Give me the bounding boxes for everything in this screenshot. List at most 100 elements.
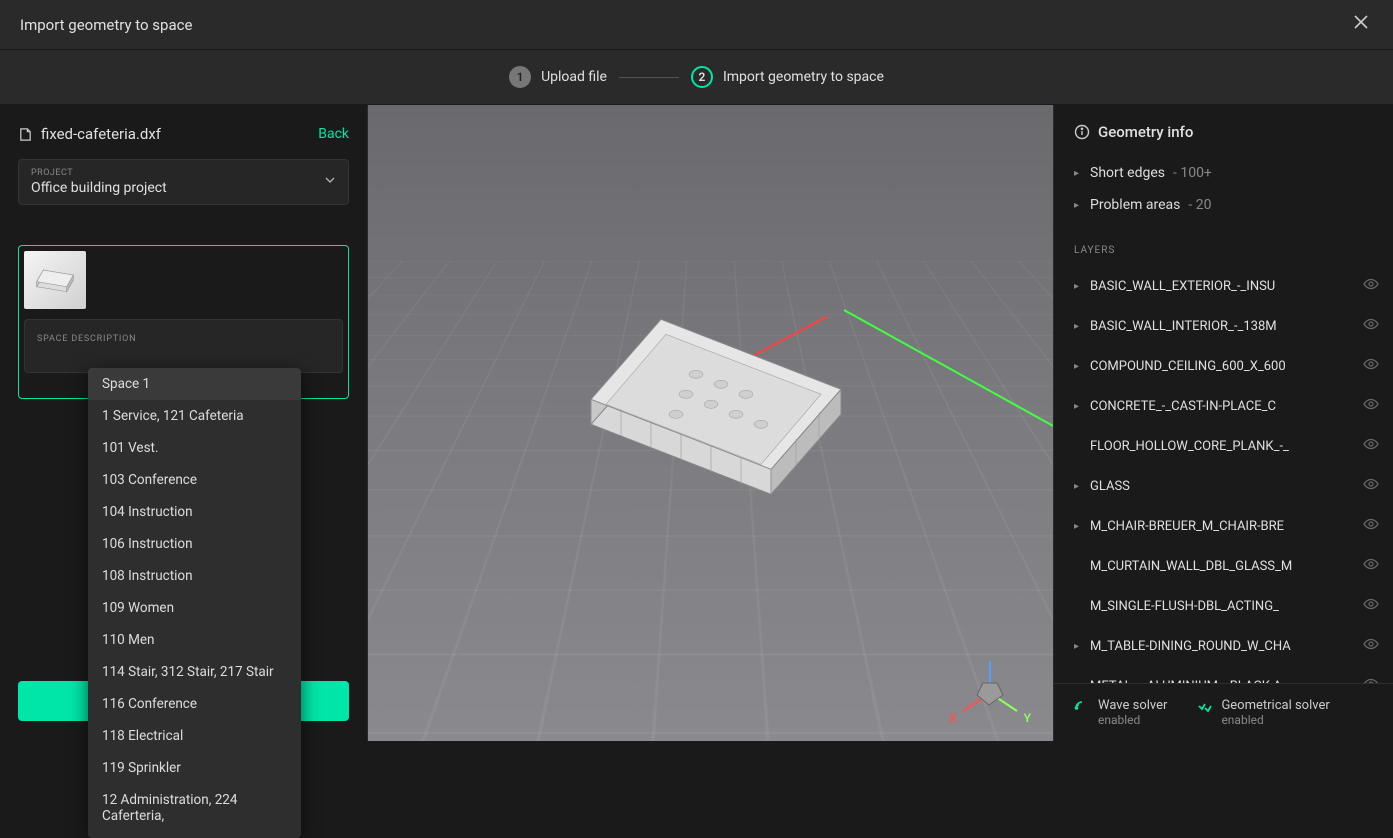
caret-right-icon: ▸ (1074, 521, 1082, 532)
dropdown-item[interactable]: 103 Conference (88, 464, 301, 496)
space-thumbnail (24, 251, 86, 309)
caret-right-icon: ▸ (1074, 200, 1082, 211)
caret-right-icon: ▸ (1074, 641, 1082, 652)
check-branch-icon (1197, 700, 1213, 720)
visibility-toggle-icon[interactable] (1363, 676, 1379, 683)
modal-title: Import geometry to space (20, 16, 192, 34)
dropdown-item[interactable]: 110 Men (88, 624, 301, 656)
dropdown-item[interactable]: 108 Instruction (88, 560, 301, 592)
geometry-model[interactable] (551, 294, 871, 528)
dropdown-item[interactable]: Space 1 (88, 368, 301, 400)
layer-name: M_SINGLE-FLUSH-DBL_ACTING_ (1090, 599, 1279, 614)
close-button[interactable] (1349, 10, 1373, 39)
visibility-toggle-icon[interactable] (1363, 396, 1379, 416)
layer-row[interactable]: ▸ M_CHAIR-BREUER_M_CHAIR-BRE (1074, 506, 1379, 546)
layer-name: M_CHAIR-BREUER_M_CHAIR-BRE (1090, 519, 1284, 534)
dropdown-item[interactable]: 101 Vest. (88, 432, 301, 464)
geometry-info-title: Geometry info (1098, 123, 1193, 141)
dropdown-item[interactable]: 119 Sprinkler (88, 752, 301, 784)
layer-name: CONCRETE_-_CAST-IN-PLACE_C (1090, 399, 1276, 414)
visibility-toggle-icon[interactable] (1363, 636, 1379, 656)
visibility-toggle-icon[interactable] (1363, 476, 1379, 496)
layer-row[interactable]: ▸METAL_-_ALUMINIUM__BLACK-A (1074, 666, 1379, 683)
visibility-toggle-icon[interactable] (1363, 356, 1379, 376)
visibility-toggle-icon[interactable] (1363, 316, 1379, 336)
visibility-toggle-icon[interactable] (1363, 596, 1379, 616)
left-panel: fixed-cafeteria.dxf Back PROJECT Office … (0, 105, 368, 741)
layer-row[interactable]: ▸ GLASS (1074, 466, 1379, 506)
modal-header: Import geometry to space (0, 0, 1393, 50)
layer-row[interactable]: ▸CONCRETE_-_CAST-IN-PLACE_C (1074, 386, 1379, 426)
step-import-geometry[interactable]: 2 Import geometry to space (691, 66, 884, 88)
caret-right-icon: ▸ (1074, 481, 1082, 492)
layer-name: FLOOR_HOLLOW_CORE_PLANK_-_ (1090, 439, 1289, 454)
geo-solver-sub: enabled (1221, 713, 1329, 727)
dropdown-item[interactable]: 109 Women (88, 592, 301, 624)
dropdown-item[interactable]: 114 Stair, 312 Stair, 217 Stair (88, 656, 301, 688)
problem-areas-row[interactable]: ▸ Problem areas - 20 (1074, 189, 1373, 221)
visibility-toggle-icon[interactable] (1363, 516, 1379, 536)
space-description-input[interactable]: SPACE DESCRIPTION (24, 319, 343, 373)
step-2-circle: 2 (691, 66, 713, 88)
space-desc-label: SPACE DESCRIPTION (37, 334, 330, 344)
dropdown-item[interactable]: 118 Electrical (88, 720, 301, 752)
dropdown-item[interactable]: 12 Administration, 224 Caferteria, (88, 784, 301, 832)
short-edges-row[interactable]: ▸ Short edges - 100+ (1074, 157, 1373, 189)
filename-row: fixed-cafeteria.dxf (18, 125, 161, 143)
layer-row[interactable]: ▸ COMPOUND_CEILING_600_X_600 (1074, 346, 1379, 386)
layer-name: COMPOUND_CEILING_600_X_600 (1090, 359, 1286, 374)
layer-name: BASIC_WALL_INTERIOR_-_138M (1090, 319, 1277, 334)
dropdown-item[interactable]: 122 Prep/Dish (88, 832, 301, 838)
caret-right-icon: ▸ (1074, 361, 1082, 372)
layer-row[interactable]: ▸ BASIC_WALL_EXTERIOR_-_INSU (1074, 266, 1379, 306)
orientation-gizmo[interactable]: X Y Z (955, 653, 1025, 723)
space-dropdown[interactable]: Space 11 Service, 121 Cafeteria101 Vest.… (88, 368, 301, 838)
layer-row[interactable]: ▸ M_TABLE-DINING_ROUND_W_CHA (1074, 626, 1379, 666)
step-upload-file[interactable]: 1 Upload file (509, 66, 607, 88)
step-2-label: Import geometry to space (723, 69, 884, 85)
short-edges-label: Short edges (1090, 165, 1165, 181)
project-select-label: PROJECT (31, 168, 336, 178)
layer-name: GLASS (1090, 479, 1130, 494)
gizmo-x-label: X (949, 711, 957, 725)
layer-row[interactable]: FLOOR_HOLLOW_CORE_PLANK_-_ (1074, 426, 1379, 466)
project-select-value: Office building project (31, 180, 336, 196)
back-link[interactable]: Back (318, 126, 349, 142)
caret-right-icon: ▸ (1074, 168, 1082, 179)
3d-viewport[interactable]: X Y Z (368, 105, 1053, 741)
layer-name: BASIC_WALL_EXTERIOR_-_INSU (1090, 279, 1275, 294)
close-icon (1353, 14, 1369, 30)
geometry-info-header: Geometry info (1074, 123, 1373, 141)
wave-solver-sub: enabled (1098, 713, 1167, 727)
wave-icon (1074, 700, 1090, 720)
stepper: 1 Upload file 2 Import geometry to space (0, 50, 1393, 105)
right-panel: Geometry info ▸ Short edges - 100+ ▸ Pro… (1053, 105, 1393, 741)
caret-right-icon: ▸ (1074, 281, 1082, 292)
dropdown-item[interactable]: 116 Conference (88, 688, 301, 720)
visibility-toggle-icon[interactable] (1363, 436, 1379, 456)
geometrical-solver-status: Geometrical solver enabled (1197, 698, 1329, 727)
problem-areas-count: - 20 (1188, 197, 1211, 213)
visibility-toggle-icon[interactable] (1363, 276, 1379, 296)
layer-row[interactable]: M_SINGLE-FLUSH-DBL_ACTING_ (1074, 586, 1379, 626)
layers-heading: LAYERS (1074, 245, 1373, 256)
filename-text: fixed-cafeteria.dxf (41, 125, 161, 143)
layer-name: M_CURTAIN_WALL_DBL_GLASS_M (1090, 559, 1292, 574)
wave-solver-title: Wave solver (1098, 698, 1167, 713)
chevron-down-icon (324, 174, 336, 190)
solver-footer: Wave solver enabled Geometrical solver e… (1054, 683, 1393, 741)
visibility-toggle-icon[interactable] (1363, 556, 1379, 576)
problem-areas-label: Problem areas (1090, 197, 1180, 213)
gizmo-y-label: Y (1024, 711, 1031, 725)
layer-name: M_TABLE-DINING_ROUND_W_CHA (1090, 639, 1291, 654)
short-edges-count: - 100+ (1173, 165, 1212, 181)
layer-row[interactable]: M_CURTAIN_WALL_DBL_GLASS_M (1074, 546, 1379, 586)
layers-list[interactable]: ▸BASIC_WALL_EXTERIOR_-_INSU▸BASIC_WALL_I… (1054, 266, 1393, 683)
geo-solver-title: Geometrical solver (1221, 698, 1329, 713)
project-select[interactable]: PROJECT Office building project (18, 159, 349, 205)
dropdown-item[interactable]: 104 Instruction (88, 496, 301, 528)
dropdown-item[interactable]: 106 Instruction (88, 528, 301, 560)
layer-row[interactable]: ▸BASIC_WALL_INTERIOR_-_138M (1074, 306, 1379, 346)
wave-solver-status: Wave solver enabled (1074, 698, 1167, 727)
dropdown-item[interactable]: 1 Service, 121 Cafeteria (88, 400, 301, 432)
